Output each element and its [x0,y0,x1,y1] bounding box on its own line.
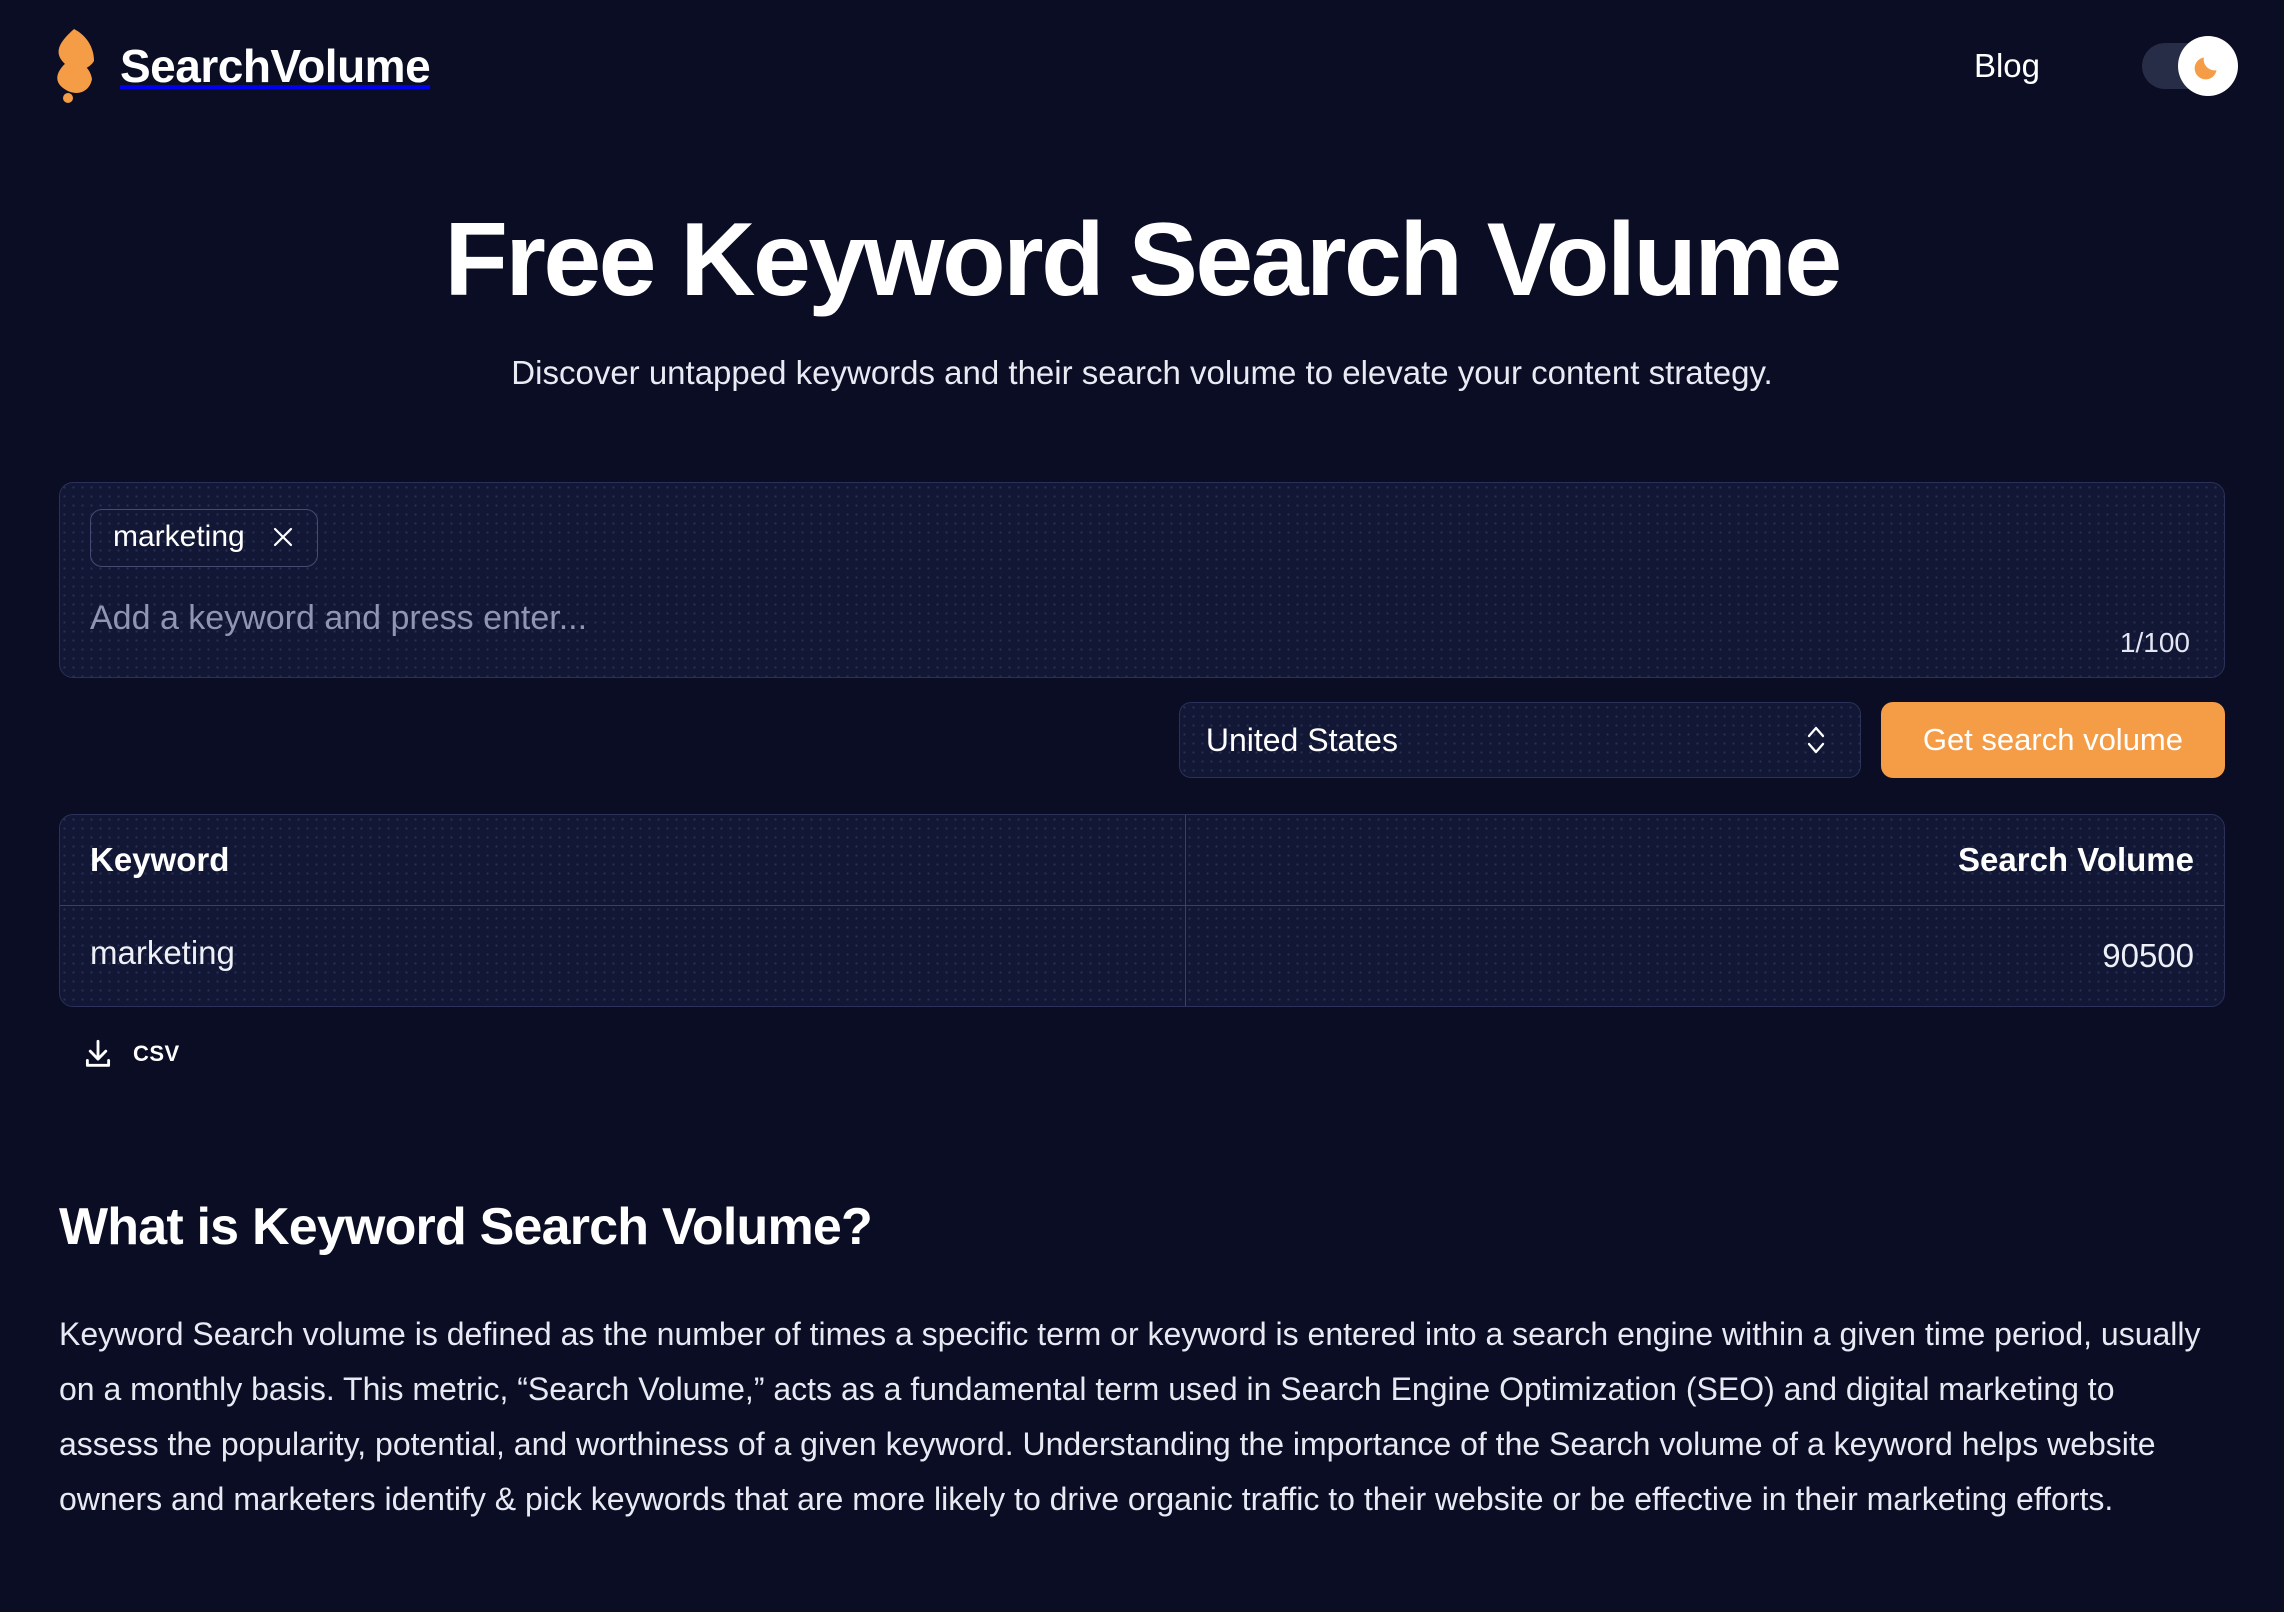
page-subtitle: Discover untapped keywords and their sea… [511,354,1773,392]
get-search-volume-button[interactable]: Get search volume [1880,702,2225,779]
column-header-search-volume: Search Volume [1184,815,2224,907]
results-table: Keyword Search Volume marketing 90500 [60,815,2224,1007]
close-icon[interactable] [271,525,295,549]
keyword-chip[interactable]: marketing [90,509,318,568]
results-table-card: Keyword Search Volume marketing 90500 [59,814,2225,1008]
keyword-search-input[interactable] [90,599,2194,639]
content-wrapper: marketing 1/100 United States Ge [59,482,2225,1527]
search-controls-row: United States Get search volume [59,702,2225,779]
brand-name: SearchVolume [120,40,431,92]
header-actions: Blog [1974,36,2238,96]
download-icon [85,1040,111,1068]
site-header: SearchVolume Blog [0,0,2284,132]
country-select[interactable]: United States [1178,702,1861,779]
page-title: Free Keyword Search Volume [444,202,1842,318]
download-csv-button[interactable]: CSV [59,1029,190,1079]
theme-toggle-button[interactable] [2142,36,2238,96]
article-body: Keyword Search volume is defined as the … [59,1316,2201,1518]
keyword-chip-list: marketing [90,509,2194,568]
country-select-wrapper: United States [1178,702,1861,779]
theme-toggle-knob [2178,36,2238,96]
table-row: marketing 90500 [60,905,2224,1007]
cell-search-volume: 90500 [1184,905,2224,1007]
page-root: SearchVolume Blog Free Keyword Search Vo… [0,0,2284,1612]
hero-section: Free Keyword Search Volume Discover unta… [0,132,2284,392]
column-header-keyword: Keyword [60,815,1186,907]
keyword-input-box[interactable]: marketing 1/100 [59,482,2225,679]
cell-keyword: marketing [90,934,235,972]
article-heading: What is Keyword Search Volume? [59,1198,873,1257]
brand-logo-link[interactable]: SearchVolume [48,27,431,105]
article-section: What is Keyword Search Volume? Keyword S… [59,1197,2225,1527]
moon-icon [2194,57,2217,80]
keyword-counter: 1/100 [2119,627,2190,659]
keyword-chip-label: marketing [113,520,245,554]
nav-link-blog[interactable]: Blog [1974,47,2040,85]
table-header-row: Keyword Search Volume [60,815,2224,907]
country-select-value: United States [1205,721,1398,758]
download-csv-label: CSV [133,1041,180,1067]
results-table-body: marketing 90500 [60,905,2224,1007]
flame-logo-icon [57,29,94,103]
results-table-head: Keyword Search Volume [60,815,2224,907]
